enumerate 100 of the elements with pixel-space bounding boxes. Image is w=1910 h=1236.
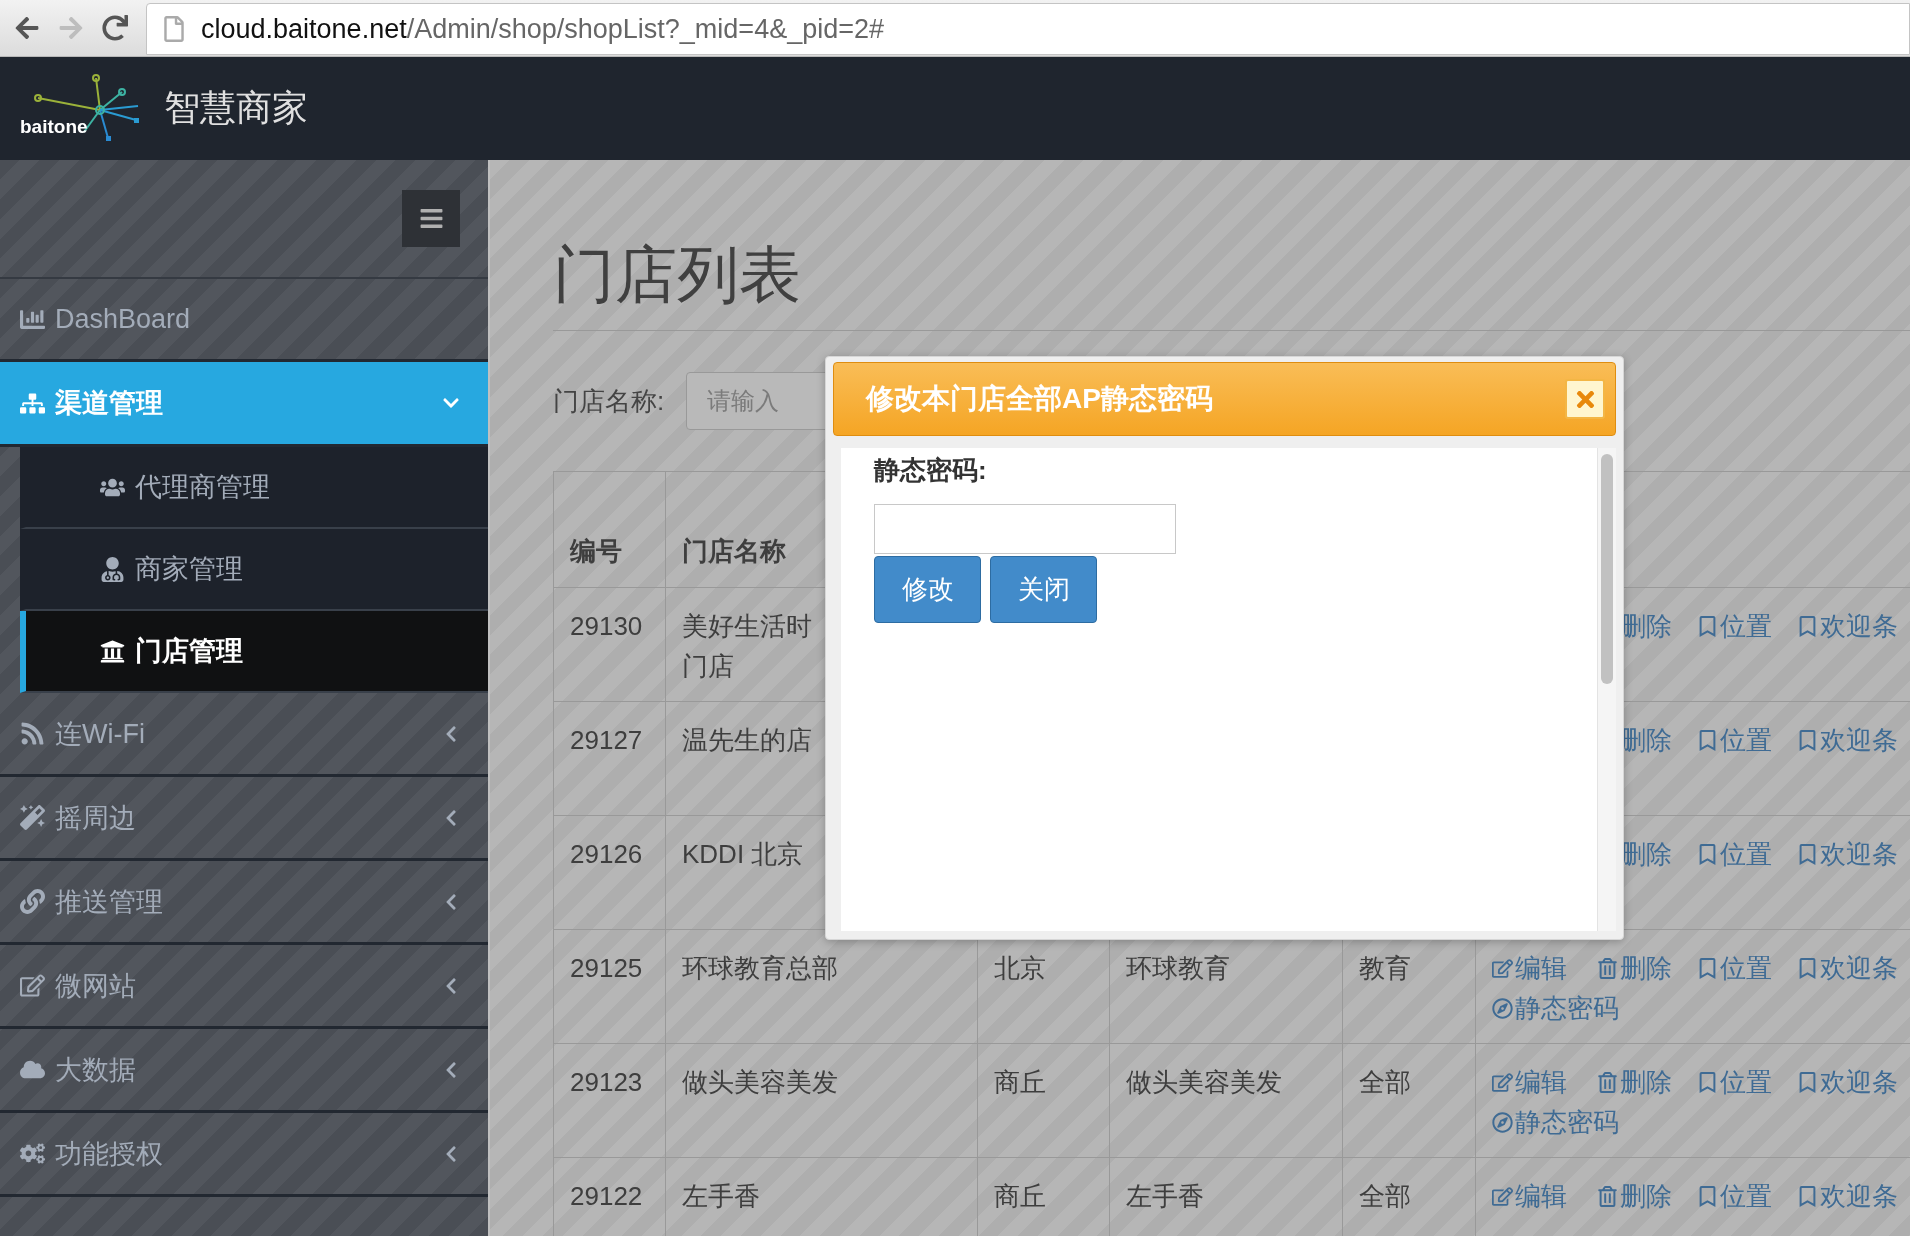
sidebar-item[interactable]: 微网站 [0,945,488,1029]
back-arrow-icon[interactable] [14,15,40,41]
table-cell-text: 左手香 [1126,1180,1205,1214]
table-cell-text: 做头美容美发 [682,1066,839,1100]
action-link[interactable]: 静态密码 [1492,988,1697,1029]
table-cell-text: 北京 [994,952,1047,986]
edit-icon [1492,1185,1513,1207]
action-link[interactable]: 删除 [1597,1062,1697,1103]
sidebar-item[interactable]: 摇周边 [0,777,488,861]
bookmark-icon [1797,615,1818,637]
bookmark-icon [1697,729,1718,751]
scrollbar[interactable] [1597,448,1616,931]
dialog-title: 修改本门店全部AP静态密码 [866,382,1213,416]
sidebar-label: 连Wi-Fi [55,717,146,751]
trash-icon [1597,957,1618,979]
sidebar-label: 大数据 [55,1053,137,1087]
field-label: 静态密码: [874,454,987,487]
action-link[interactable]: 欢迎条 [1797,948,1910,989]
action-link[interactable]: 编辑 [1492,1062,1597,1103]
action-link[interactable]: 位置 [1697,834,1797,875]
action-link[interactable]: 欢迎条 [1797,834,1910,875]
sidebar-item[interactable]: 大数据 [0,1029,488,1113]
page-title: 门店列表 [553,160,1910,332]
bookmark-icon [1697,957,1718,979]
action-link[interactable]: 位置 [1697,720,1797,761]
table-cell-text: 商丘 [994,1180,1047,1214]
bookmark-icon [1797,729,1818,751]
action-link[interactable]: 欢迎条 [1797,1176,1910,1217]
action-link[interactable]: 位置 [1697,1062,1797,1103]
submenu-item[interactable]: 门店管理 [20,611,488,693]
table-cell-text: 做头美容美发 [1126,1066,1283,1100]
action-link[interactable]: 欢迎条 [1797,720,1910,761]
sidebar-item[interactable]: 功能授权 [0,1113,488,1197]
table-cell-text: 商丘 [994,1066,1047,1100]
trash-icon [1597,1071,1618,1093]
action-link[interactable]: 删除 [1597,948,1697,989]
action-link[interactable]: 欢迎条 [1797,1062,1910,1103]
submenu-label: 商家管理 [135,553,243,586]
trash-icon [1597,1185,1618,1207]
sidebar-label: 摇周边 [55,801,137,835]
action-link[interactable]: 静态密码 [1492,1102,1697,1143]
compass-icon [1492,1111,1513,1133]
table-cell-text: 29126 [570,838,644,872]
url-host: cloud.baitone.net [201,13,407,45]
bookmark-icon [1697,1185,1718,1207]
submenu-label: 代理商管理 [135,471,270,504]
column-header: 编号 [570,536,622,567]
table-cell-text: 全部 [1359,1066,1412,1100]
table-cell-text: 全部 [1359,1180,1412,1214]
sidebar-label: DashBoard [55,303,192,335]
action-link[interactable]: 编辑 [1492,948,1597,989]
table-cell-text: KDDI 北京 [682,838,805,872]
forward-arrow-icon[interactable] [58,15,84,41]
action-link[interactable]: 位置 [1697,1176,1797,1217]
action-link[interactable]: 删除 [1597,1176,1697,1217]
table-cell-text: 29122 [570,1180,644,1214]
logo-text: baitone [20,115,88,138]
scrollbar-thumb[interactable] [1601,454,1613,684]
sidebar-label: 推送管理 [55,885,164,919]
action-link[interactable]: 编辑 [1492,1176,1597,1217]
submenu-item[interactable]: 代理商管理 [20,447,488,529]
bookmark-icon [1697,615,1718,637]
table-cell-text: 29127 [570,724,644,758]
dialog-button[interactable]: 关闭 [990,556,1097,623]
sidebar-item[interactable]: 渠道管理 [0,362,488,447]
bookmark-icon [1797,843,1818,865]
search-label: 门店名称: [553,384,665,418]
bookmark-icon [1697,1071,1718,1093]
action-link[interactable]: 欢迎条 [1797,606,1910,647]
bookmark-icon [1797,957,1818,979]
edit-icon [1492,957,1513,979]
close-button[interactable] [1565,379,1605,419]
table-cell-text: 29130 [570,610,644,644]
address-bar[interactable]: cloud.baitone.net/Admin/shop/shopList?_mid=4&_pid=2# [146,3,1910,55]
sidebar-label: 微网站 [55,969,137,1003]
menu-toggle-button[interactable] [402,190,460,247]
sidebar-label: 渠道管理 [55,387,164,420]
bookmark-icon [1797,1071,1818,1093]
table-cell-text: 温先生的店 [682,724,813,758]
password-field[interactable] [874,504,1176,554]
page-icon [161,16,187,42]
submenu-item[interactable]: 商家管理 [20,529,488,611]
submenu-label: 门店管理 [135,635,243,668]
bookmark-icon [1797,1185,1818,1207]
action-link[interactable]: 位置 [1697,948,1797,989]
table-cell-text: 29123 [570,1066,644,1100]
table-cell-text: 美好生活时 [682,610,813,644]
dialog-button[interactable]: 修改 [874,556,981,623]
app-title: 智慧商家 [164,86,308,130]
sidebar-label: 功能授权 [55,1137,164,1171]
sidebar-item[interactable]: 推送管理 [0,861,488,945]
table-cell-text: 环球教育总部 [682,952,839,986]
table-cell-text: 29125 [570,952,644,986]
table-cell-text: 门店 [682,650,735,684]
action-link[interactable]: 位置 [1697,606,1797,647]
table-cell-text: 环球教育 [1126,952,1231,986]
edit-icon [1492,1071,1513,1093]
sidebar-item[interactable]: 连Wi-Fi [0,693,488,777]
reload-icon[interactable] [102,15,128,41]
table-cell-text: 教育 [1359,952,1412,986]
